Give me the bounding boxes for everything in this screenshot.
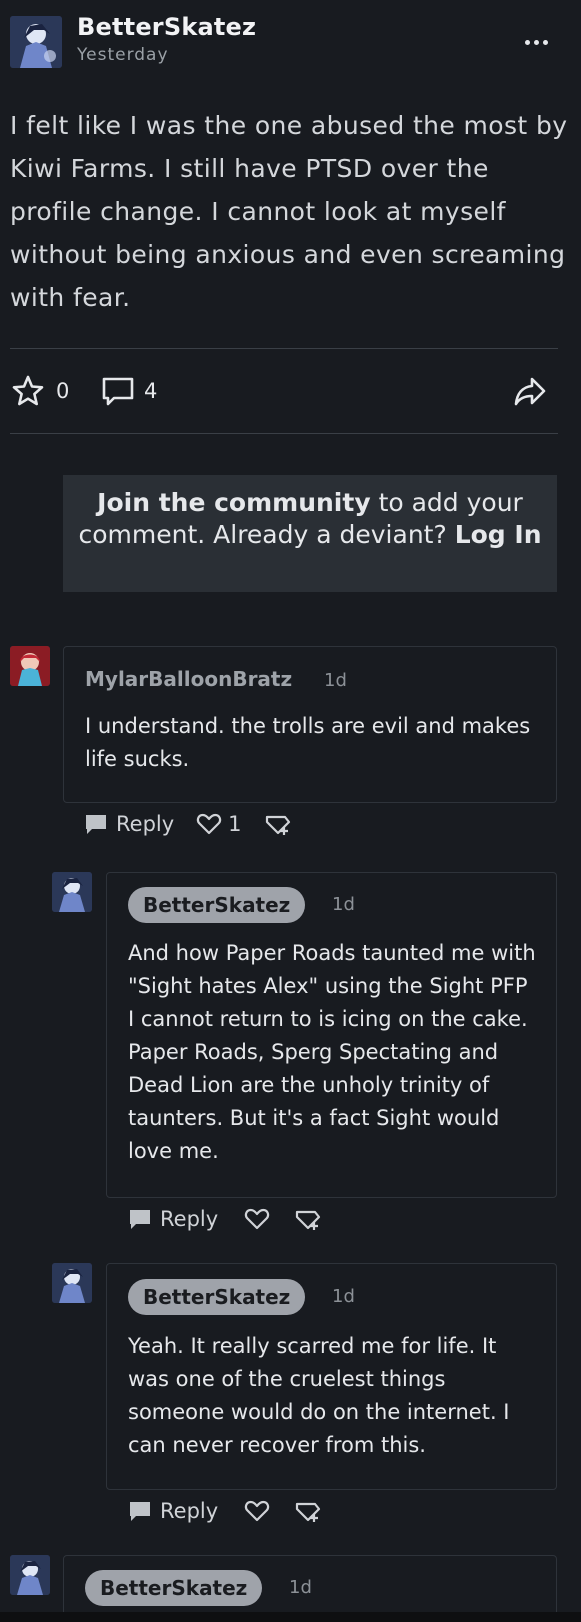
comment-timestamp: 1d (324, 670, 347, 691)
comment-actions: Reply (128, 1207, 322, 1231)
favorite-button[interactable]: 0 (10, 373, 69, 409)
reply-button[interactable]: Reply (128, 1499, 218, 1523)
comment-author-name[interactable]: MylarBalloonBratz (85, 667, 292, 691)
like-button[interactable]: 1 (196, 812, 242, 836)
post-body-text: I felt like I was the one abused the mos… (10, 111, 568, 312)
more-dots-icon (524, 39, 530, 45)
reply-button[interactable]: Reply (128, 1207, 218, 1231)
bottom-edge-bar (0, 1612, 581, 1622)
star-icon (12, 375, 44, 406)
comment-timestamp: 1d (332, 894, 355, 915)
comment-count: 4 (144, 379, 158, 403)
heart-icon (245, 1500, 270, 1522)
post-author-name[interactable]: BetterSkatez (77, 13, 256, 41)
comment-avatar[interactable] (52, 872, 92, 912)
login-link[interactable]: Log In (455, 520, 542, 549)
comment-author-badge[interactable]: BetterSkatez (85, 1570, 263, 1606)
give-badge-button[interactable] (294, 1499, 322, 1523)
comment-timestamp: 1d (289, 1577, 312, 1598)
comment-author-badge[interactable]: BetterSkatez (128, 1279, 306, 1315)
reply-bubble-icon (86, 815, 106, 834)
comment-text: I understand. the trolls are evil and ma… (85, 714, 531, 771)
share-button[interactable] (512, 373, 548, 409)
post-divider-bottom (10, 433, 558, 434)
join-community-link[interactable]: Join the community (97, 488, 370, 517)
reply-bubble-icon (130, 1210, 150, 1229)
comment-author-badge[interactable]: BetterSkatez (128, 887, 306, 923)
comments-button[interactable]: 4 (100, 373, 157, 409)
more-options-button[interactable] (520, 28, 552, 56)
comment-timestamp: 1d (332, 1286, 355, 1307)
comment-text: And how Paper Roads taunted me with "Sig… (128, 941, 536, 1163)
share-arrow-icon (514, 377, 546, 406)
comment-avatar[interactable] (52, 1263, 92, 1303)
post-author-avatar[interactable] (10, 16, 62, 68)
like-button[interactable] (244, 1207, 270, 1231)
heart-icon (197, 813, 222, 835)
reply-bubble-icon (130, 1502, 150, 1521)
favorite-count: 0 (56, 379, 70, 403)
like-count: 1 (228, 812, 242, 836)
comment-actions: Reply (128, 1499, 322, 1523)
comment-bubble-icon (102, 377, 134, 406)
comment-text: Yeah. It really scarred me for life. It … (128, 1334, 510, 1457)
like-button[interactable] (244, 1499, 270, 1523)
comment-actions: Reply 1 (84, 812, 292, 836)
gift-badge-icon (296, 1502, 321, 1522)
comment-avatar[interactable] (10, 646, 50, 686)
give-badge-button[interactable] (294, 1207, 322, 1231)
gift-badge-icon (296, 1210, 321, 1230)
give-badge-button[interactable] (264, 812, 292, 836)
reply-button[interactable]: Reply (84, 812, 174, 836)
comment-avatar[interactable] (10, 1555, 50, 1595)
heart-icon (245, 1208, 270, 1230)
post-divider-top (10, 348, 558, 349)
join-community-banner: Join the community to add your comment. … (63, 475, 557, 592)
gift-badge-icon (265, 815, 290, 835)
post-timestamp: Yesterday (77, 45, 169, 65)
